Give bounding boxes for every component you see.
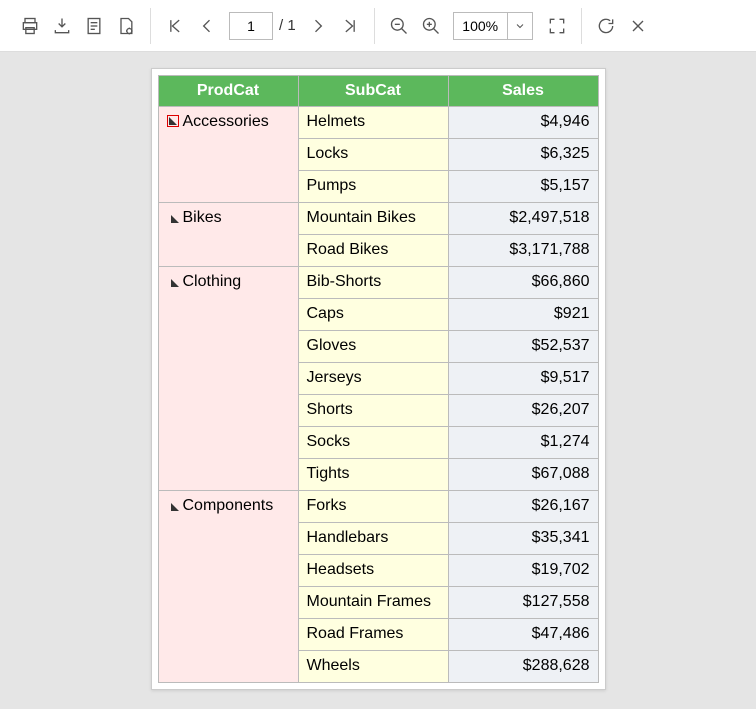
subcat-cell: Road Frames: [298, 619, 448, 651]
subcat-cell: Caps: [298, 299, 448, 331]
subcat-cell: Socks: [298, 427, 448, 459]
fullscreen-button[interactable]: [541, 10, 573, 42]
page-number-input[interactable]: [229, 12, 273, 40]
subcat-cell: Mountain Bikes: [298, 203, 448, 235]
subcat-cell: Gloves: [298, 331, 448, 363]
export-button[interactable]: [46, 10, 78, 42]
sales-cell: $47,486: [448, 619, 598, 651]
sales-cell: $3,171,788: [448, 235, 598, 267]
prev-page-button[interactable]: [191, 10, 223, 42]
prodcat-cell: Components: [158, 491, 298, 683]
toolbar: / 1 100%: [0, 0, 756, 52]
table-row: Bikes Mountain Bikes$2,497,518: [158, 203, 598, 235]
subcat-cell: Handlebars: [298, 523, 448, 555]
collapse-toggle[interactable]: [171, 503, 179, 511]
toolbar-divider: [581, 8, 582, 44]
triangle-icon: [169, 117, 177, 125]
subcat-cell: Locks: [298, 139, 448, 171]
sales-cell: $5,157: [448, 171, 598, 203]
sales-cell: $52,537: [448, 331, 598, 363]
sales-cell: $9,517: [448, 363, 598, 395]
last-page-button[interactable]: [334, 10, 366, 42]
header-prodcat: ProdCat: [158, 76, 298, 107]
zoom-select[interactable]: 100%: [453, 12, 533, 40]
sales-cell: $288,628: [448, 651, 598, 683]
zoom-value-label: 100%: [454, 13, 508, 39]
subcat-cell: Mountain Frames: [298, 587, 448, 619]
sales-cell: $26,167: [448, 491, 598, 523]
subcat-cell: Tights: [298, 459, 448, 491]
table-row: Clothing Bib-Shorts$66,860: [158, 267, 598, 299]
sales-cell: $26,207: [448, 395, 598, 427]
prodcat-cell: Clothing: [158, 267, 298, 491]
sales-cell: $1,274: [448, 427, 598, 459]
chevron-down-icon: [508, 13, 532, 39]
table-row: Accessories Helmets$4,946: [158, 107, 598, 139]
sales-cell: $921: [448, 299, 598, 331]
first-page-button[interactable]: [159, 10, 191, 42]
subcat-cell: Bib-Shorts: [298, 267, 448, 299]
subcat-cell: Headsets: [298, 555, 448, 587]
next-page-button[interactable]: [302, 10, 334, 42]
prodcat-cell: Bikes: [158, 203, 298, 267]
zoom-in-button[interactable]: [415, 10, 447, 42]
zoom-out-button[interactable]: [383, 10, 415, 42]
subcat-cell: Helmets: [298, 107, 448, 139]
header-sales: Sales: [448, 76, 598, 107]
document-button[interactable]: [78, 10, 110, 42]
sales-cell: $2,497,518: [448, 203, 598, 235]
subcat-cell: Road Bikes: [298, 235, 448, 267]
print-button[interactable]: [14, 10, 46, 42]
subcat-cell: Shorts: [298, 395, 448, 427]
collapse-toggle-highlighted[interactable]: [167, 115, 179, 127]
toolbar-divider: [150, 8, 151, 44]
report-page-area: ProdCat SubCat Sales AccessoriesHelmets$…: [0, 52, 756, 706]
page-setup-button[interactable]: [110, 10, 142, 42]
sales-cell: $127,558: [448, 587, 598, 619]
refresh-button[interactable]: [590, 10, 622, 42]
prodcat-label: Bikes: [183, 209, 222, 227]
subcat-cell: Pumps: [298, 171, 448, 203]
toolbar-divider: [374, 8, 375, 44]
sales-cell: $35,341: [448, 523, 598, 555]
table-header-row: ProdCat SubCat Sales: [158, 76, 598, 107]
header-subcat: SubCat: [298, 76, 448, 107]
subcat-cell: Wheels: [298, 651, 448, 683]
sales-cell: $4,946: [448, 107, 598, 139]
page-total-label: / 1: [279, 17, 296, 34]
sales-cell: $67,088: [448, 459, 598, 491]
collapse-toggle[interactable]: [171, 215, 179, 223]
subcat-cell: Forks: [298, 491, 448, 523]
sales-cell: $19,702: [448, 555, 598, 587]
report-table: ProdCat SubCat Sales AccessoriesHelmets$…: [158, 75, 599, 683]
prodcat-label: Components: [183, 497, 274, 515]
prodcat-label: Clothing: [183, 273, 242, 291]
sales-cell: $66,860: [448, 267, 598, 299]
sales-cell: $6,325: [448, 139, 598, 171]
collapse-toggle[interactable]: [171, 279, 179, 287]
prodcat-cell: Accessories: [158, 107, 298, 203]
report-container: ProdCat SubCat Sales AccessoriesHelmets$…: [151, 68, 606, 690]
subcat-cell: Jerseys: [298, 363, 448, 395]
table-row: Components Forks$26,167: [158, 491, 598, 523]
close-button[interactable]: [622, 10, 654, 42]
prodcat-label: Accessories: [183, 113, 269, 131]
